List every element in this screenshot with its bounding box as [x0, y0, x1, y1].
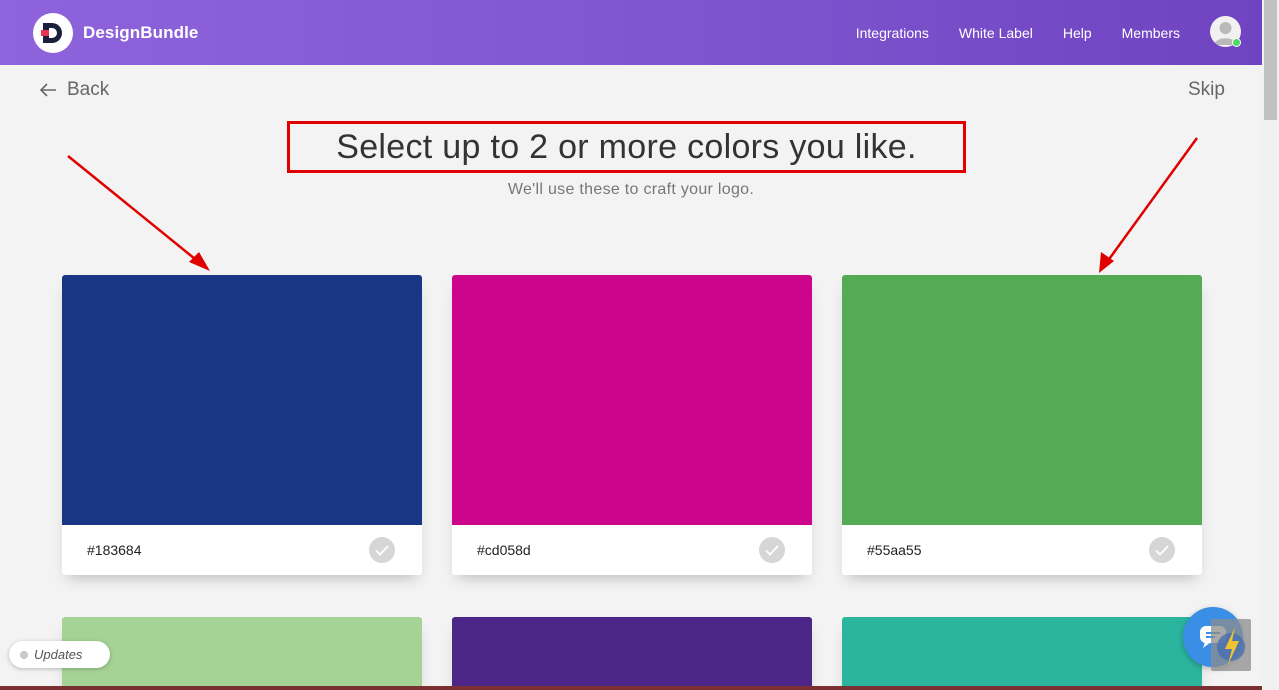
brand-logo[interactable]: DesignBundle — [33, 12, 199, 53]
color-card-5[interactable] — [452, 617, 812, 690]
nav-white-label[interactable]: White Label — [959, 25, 1033, 41]
nav-members[interactable]: Members — [1122, 25, 1180, 41]
color-swatch — [452, 275, 812, 525]
online-status-dot — [1232, 38, 1241, 47]
arrow-left-annotation — [67, 155, 201, 264]
color-card-1[interactable]: #183684 — [62, 275, 422, 575]
check-icon[interactable] — [1149, 537, 1175, 563]
skip-button[interactable]: Skip — [1188, 79, 1225, 101]
color-swatch — [842, 275, 1202, 525]
color-card-2[interactable]: #cd058d — [452, 275, 812, 575]
color-card-3[interactable]: #55aa55 — [842, 275, 1202, 575]
scrollbar-thumb[interactable] — [1264, 0, 1277, 120]
nav-help[interactable]: Help — [1063, 25, 1092, 41]
arrow-left-head — [189, 252, 210, 271]
lightning-icon — [1217, 627, 1245, 665]
arrow-left-icon — [40, 83, 56, 97]
main-nav: Integrations White Label Help Members — [826, 0, 1180, 65]
color-swatch — [62, 275, 422, 525]
brand-name: DesignBundle — [83, 22, 199, 42]
color-swatch — [842, 617, 1202, 690]
title-highlight-box: Select up to 2 or more colors you like. — [287, 121, 966, 173]
check-icon[interactable] — [759, 537, 785, 563]
color-hex: #cd058d — [477, 542, 531, 558]
updates-status-icon — [20, 650, 28, 659]
back-button[interactable]: Back — [40, 79, 109, 101]
top-navbar: DesignBundle Integrations White Label He… — [0, 0, 1262, 65]
color-hex: #55aa55 — [867, 542, 922, 558]
page-subtitle: We'll use these to craft your logo. — [507, 181, 755, 198]
color-swatch — [62, 617, 422, 690]
arrow-right-head — [1099, 252, 1114, 273]
extension-overlay-icon[interactable] — [1211, 619, 1251, 671]
updates-label: Updates — [34, 647, 83, 662]
updates-button[interactable]: Updates — [9, 641, 110, 668]
bottom-edge-strip — [0, 686, 1262, 690]
color-swatch — [452, 617, 812, 690]
color-card-4[interactable] — [62, 617, 422, 690]
page-title: Select up to 2 or more colors you like. — [336, 127, 917, 166]
nav-integrations[interactable]: Integrations — [856, 25, 929, 41]
logo-icon — [33, 12, 73, 53]
color-hex: #183684 — [87, 542, 142, 558]
color-card-6[interactable] — [842, 617, 1202, 690]
arrow-right-annotation — [1105, 137, 1199, 263]
check-icon[interactable] — [369, 537, 395, 563]
back-label: Back — [67, 79, 110, 100]
